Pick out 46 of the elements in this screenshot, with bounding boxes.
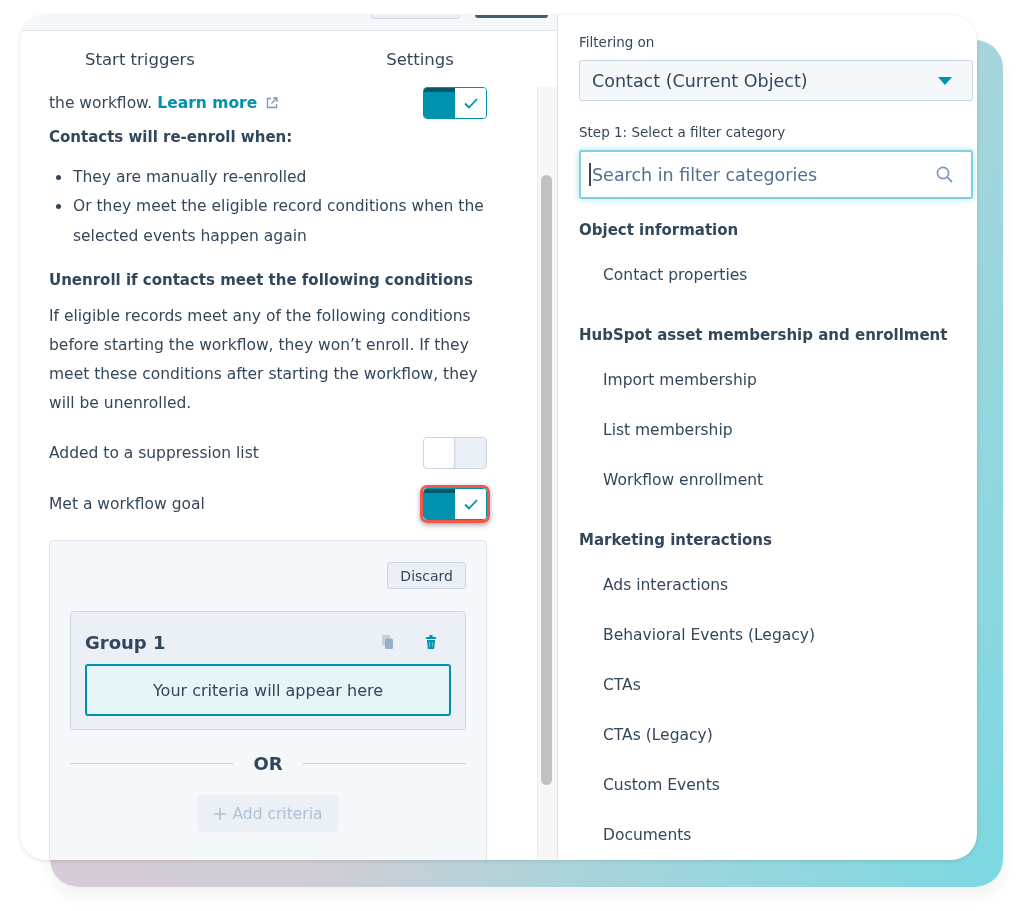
category-heading: Marketing interactions [579, 530, 773, 551]
copy-icon[interactable] [382, 635, 393, 649]
plus-icon [213, 807, 226, 820]
category-item[interactable]: CTAs [579, 660, 973, 710]
check-icon [463, 498, 478, 510]
check-icon [463, 97, 478, 109]
category-item[interactable]: Contact properties [579, 250, 973, 300]
search-icon[interactable] [936, 166, 953, 183]
field-label: Filtering on [579, 33, 656, 52]
discard-button[interactable]: Discard [387, 562, 466, 589]
category-item[interactable]: List membership [579, 405, 973, 455]
section-heading: Unenroll if contacts meet the following conditions [49, 270, 474, 291]
search-field[interactable]: Search in filter categories [579, 150, 973, 199]
category-item[interactable]: Documents [579, 810, 973, 860]
field-label: Step 1: Select a filter category [579, 123, 787, 142]
category-item[interactable]: Behavioral Events (Legacy) [579, 610, 973, 660]
criteria-field[interactable]: Your criteria will appear here [85, 664, 451, 716]
intro-text: the workflow. [49, 94, 153, 112]
category-item[interactable]: Workflow enrollment [579, 455, 973, 505]
bullet-icon [56, 174, 61, 180]
bullet-text: Or they meet the eligible record conditions when the selected events happen again [73, 196, 485, 247]
category-heading: HubSpot asset membership and enrollment [579, 325, 949, 346]
toolbar-button[interactable] [475, 15, 548, 18]
category-item[interactable]: Ads interactions [579, 560, 973, 610]
bullet-icon [56, 204, 61, 209]
external-link-icon[interactable] [266, 97, 279, 109]
tab[interactable]: Start triggers [20, 31, 260, 87]
group-title: Group 1 [85, 631, 167, 653]
toggle-switch[interactable] [423, 87, 487, 119]
category-heading: Object information [579, 220, 740, 241]
caret-icon [938, 76, 952, 85]
category-item[interactable]: Custom Events [579, 760, 973, 810]
category-item[interactable]: CTAs (Legacy) [579, 710, 973, 760]
trash-icon[interactable] [426, 635, 436, 649]
tab[interactable]: Settings [360, 31, 480, 87]
category-item[interactable]: Import membership [579, 355, 973, 405]
learn-more-link[interactable]: Learn more [157, 94, 258, 112]
description-text: If eligible records meet any of the following conditions before starting the workflow, they won’t enroll. If they meet these conditions after starting the workflow, they will be unenrolled. [49, 305, 479, 414]
object-dropdown[interactable]: Contact (Current Object) [579, 60, 973, 101]
bullet-text: They are manually re-enrolled [73, 166, 307, 188]
option-label: Met a workflow goal [49, 495, 205, 513]
option-label: Added to a suppression list [49, 444, 259, 462]
section-heading: Contacts will re-enroll when: [49, 127, 294, 148]
scrollbar-thumb[interactable] [541, 175, 552, 785]
or-divider-label: OR [252, 752, 284, 774]
text-cursor [589, 163, 591, 186]
